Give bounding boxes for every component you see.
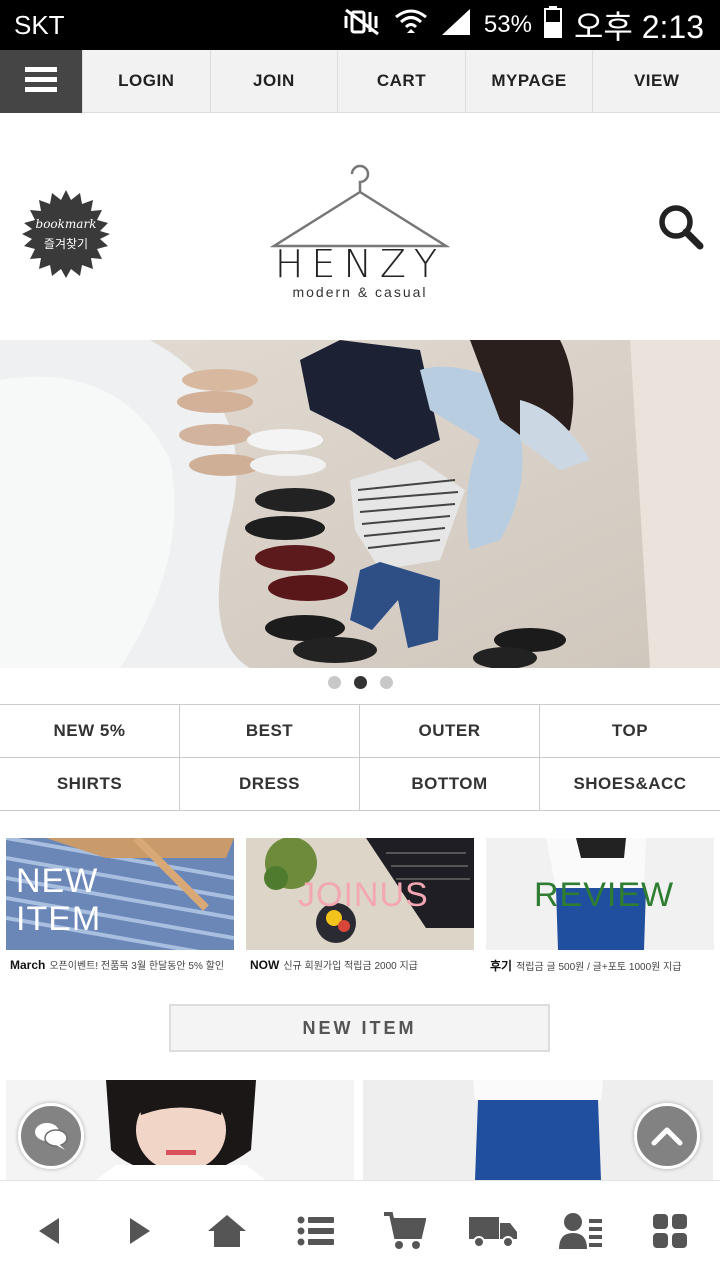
nav-join[interactable]: JOIN bbox=[209, 50, 338, 112]
category-grid: NEW 5% BEST OUTER TOP SHIRTS DRESS BOTTO… bbox=[0, 704, 720, 811]
delivery-truck-icon bbox=[468, 1216, 517, 1248]
chat-icon bbox=[35, 1123, 68, 1150]
category-top[interactable]: TOP bbox=[540, 705, 720, 758]
back-button[interactable] bbox=[15, 1196, 85, 1266]
banner-new-item-overlay: NEW ITEM bbox=[16, 862, 101, 938]
hero-slider-image[interactable] bbox=[0, 340, 720, 668]
user-icon bbox=[559, 1212, 603, 1249]
category-best[interactable]: BEST bbox=[180, 705, 360, 758]
banner-joinus-overlay: JOINUS bbox=[298, 876, 429, 914]
my-account-button[interactable] bbox=[546, 1196, 616, 1266]
banner-new-item-overlay-line2: ITEM bbox=[16, 900, 102, 938]
wifi-icon bbox=[394, 7, 428, 44]
category-outer[interactable]: OUTER bbox=[360, 705, 540, 758]
banner-joinus-caption: NOW 신규 회원가입 적립금 2000 지급 bbox=[250, 957, 418, 972]
banner-new-item[interactable]: NEW ITEM March 오픈이벤트! 전품목 3월 한달동안 5% 할인 bbox=[6, 838, 234, 978]
nav-cart[interactable]: CART bbox=[337, 50, 465, 112]
bookmark-badge[interactable]: bookmark 즐겨찾기 bbox=[22, 190, 110, 278]
hamburger-icon bbox=[23, 64, 59, 99]
bookmark-label-en: bookmark bbox=[35, 217, 97, 231]
signal-icon bbox=[440, 7, 472, 44]
brand-tagline: modern & casual bbox=[292, 284, 428, 300]
cart-button[interactable] bbox=[369, 1196, 439, 1266]
nav-mypage[interactable]: MYPAGE bbox=[464, 50, 593, 112]
forward-button[interactable] bbox=[104, 1196, 174, 1266]
search-icon bbox=[659, 205, 704, 250]
mute-vibrate-icon bbox=[342, 7, 382, 44]
promo-banners: NEW ITEM March 오픈이벤트! 전품목 3월 한달동안 5% 할인 J… bbox=[0, 838, 720, 978]
brand-name: HENZY bbox=[274, 242, 446, 286]
slider-dot-1[interactable] bbox=[327, 676, 341, 689]
hero-photo bbox=[0, 340, 720, 668]
banner-joinus-caption-text: 신규 회원가입 적립금 2000 지급 bbox=[283, 961, 418, 972]
banner-review-caption-bold: 후기 bbox=[490, 959, 513, 973]
chevron-up-icon bbox=[651, 1127, 683, 1146]
search-button[interactable] bbox=[656, 202, 706, 252]
banner-new-item-image: NEW ITEM bbox=[6, 838, 234, 950]
chat-button[interactable] bbox=[18, 1103, 84, 1169]
category-bottom[interactable]: BOTTOM bbox=[360, 758, 540, 811]
banner-new-item-caption-bold: March bbox=[10, 958, 46, 972]
banner-review-caption-text: 적립금 글 500원 / 글+포토 1000원 지급 bbox=[516, 962, 682, 973]
bookmark-label-kr: 즐겨찾기 bbox=[43, 237, 89, 251]
category-shoes-acc[interactable]: SHOES&ACC bbox=[540, 758, 720, 811]
category-new[interactable]: NEW 5% bbox=[0, 705, 180, 758]
status-bar: SKT 53% 오후 2:13 bbox=[0, 0, 720, 50]
nav-login[interactable]: LOGIN bbox=[82, 50, 210, 112]
forward-arrow-icon bbox=[129, 1217, 150, 1244]
banner-new-item-overlay-line1: NEW bbox=[16, 862, 99, 900]
carrier-label: SKT bbox=[14, 10, 65, 40]
battery-percent: 53% bbox=[483, 11, 532, 38]
banner-review-caption: 후기 적립금 글 500원 / 글+포토 1000원 지급 bbox=[490, 957, 682, 974]
list-icon bbox=[297, 1216, 334, 1245]
battery-icon bbox=[543, 5, 562, 45]
clock: 오후 2:13 bbox=[573, 9, 704, 45]
banner-new-item-caption-text: 오픈이벤트! 전품목 3월 한달동안 5% 할인 bbox=[49, 961, 225, 972]
hanger-icon bbox=[269, 164, 451, 248]
banner-review[interactable]: REVIEW 후기 적립금 글 500원 / 글+포토 1000원 지급 bbox=[486, 838, 714, 978]
slider-dot-2[interactable] bbox=[353, 676, 367, 689]
site-logo[interactable]: HENZY modern & casual bbox=[269, 160, 451, 305]
banner-joinus[interactable]: JOINUS NOW 신규 회원가입 적립금 2000 지급 bbox=[246, 838, 474, 978]
category-shirts[interactable]: SHIRTS bbox=[0, 758, 180, 811]
banner-new-item-caption: March 오픈이벤트! 전품목 3월 한달동안 5% 할인 bbox=[10, 957, 224, 972]
banner-joinus-caption-bold: NOW bbox=[250, 958, 280, 972]
delivery-button[interactable] bbox=[458, 1196, 528, 1266]
menu-button[interactable] bbox=[0, 50, 82, 113]
starburst-icon bbox=[22, 190, 110, 278]
banner-review-image: REVIEW bbox=[486, 838, 714, 950]
cart-icon bbox=[384, 1211, 427, 1249]
bottom-toolbar bbox=[0, 1180, 720, 1280]
nav-view[interactable]: VIEW bbox=[592, 50, 720, 112]
home-button[interactable] bbox=[192, 1196, 262, 1266]
grid-menu-button[interactable] bbox=[635, 1196, 705, 1266]
slider-dot-3[interactable] bbox=[379, 676, 393, 689]
grid-icon bbox=[652, 1213, 687, 1248]
top-nav: LOGIN JOIN CART MYPAGE VIEW bbox=[0, 50, 720, 113]
category-dress[interactable]: DRESS bbox=[180, 758, 360, 811]
banner-joinus-image: JOINUS bbox=[246, 838, 474, 950]
scroll-top-button[interactable] bbox=[634, 1103, 700, 1169]
slider-dots bbox=[0, 676, 720, 692]
home-icon bbox=[208, 1214, 247, 1247]
new-item-button[interactable]: NEW ITEM bbox=[169, 1004, 550, 1052]
category-list-button[interactable] bbox=[281, 1196, 351, 1266]
banner-review-overlay: REVIEW bbox=[534, 876, 675, 914]
back-arrow-icon bbox=[39, 1217, 60, 1244]
